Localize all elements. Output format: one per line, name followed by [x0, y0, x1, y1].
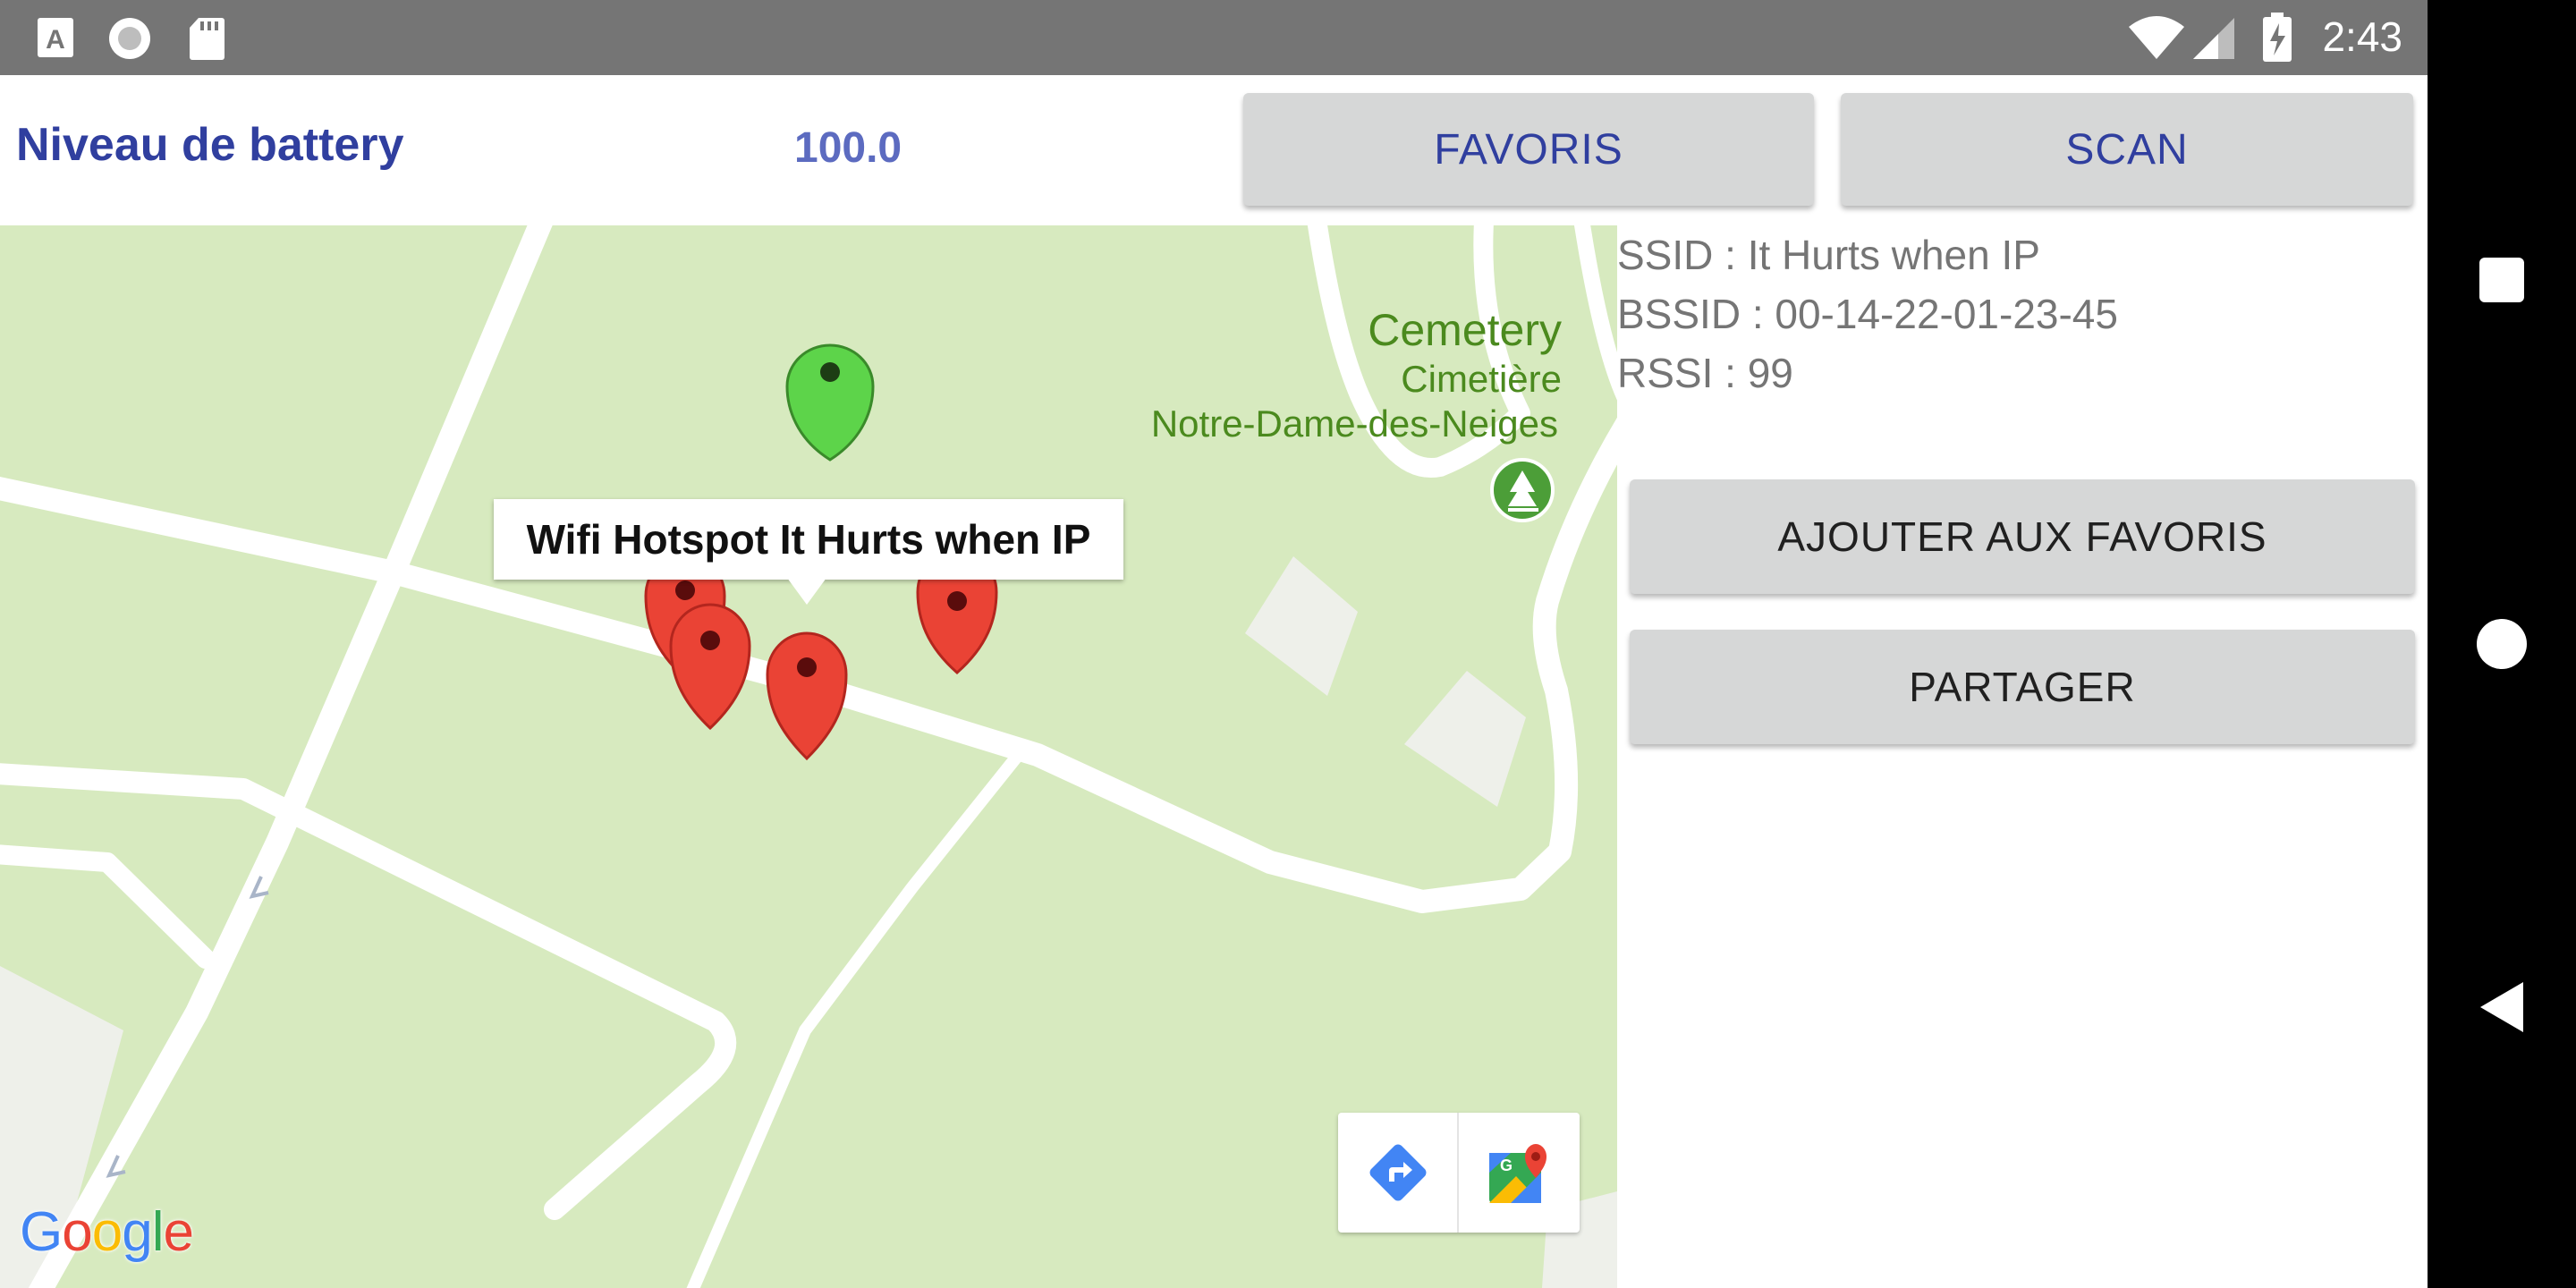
wifi-icon	[2127, 14, 2186, 65]
status-bar: A 2:43	[0, 0, 2428, 75]
map-label-cemetery: Cemetery	[1368, 305, 1562, 355]
map-label-cimetiere: Cimetière	[1401, 358, 1562, 400]
share-button[interactable]: PARTAGER	[1630, 630, 2415, 744]
add-to-favorites-button[interactable]: AJOUTER AUX FAVORIS	[1630, 479, 2415, 594]
battery-level-label: Niveau de battery	[16, 119, 404, 171]
marker-info-window[interactable]: Wifi Hotspot It Hurts when IP	[494, 499, 1123, 580]
navigation-bar	[2428, 0, 2576, 1288]
home-button[interactable]	[2428, 617, 2576, 671]
map-toolbar: G	[1338, 1113, 1580, 1233]
back-button[interactable]	[2428, 980, 2576, 1034]
ssid-text: SSID : It Hurts when IP	[1617, 232, 2040, 278]
rssi-text: RSSI : 99	[1617, 350, 1793, 396]
google-logo[interactable]: Google	[20, 1200, 194, 1264]
svg-text:A: A	[46, 25, 65, 55]
battery-charging-icon	[2261, 13, 2293, 67]
info-window-pointer	[787, 578, 826, 605]
record-icon	[107, 16, 152, 65]
status-time: 2:43	[2322, 13, 2402, 60]
map-label-notre-dame: Notre-Dame-des-Neiges	[1150, 402, 1558, 445]
battery-level-value: 100.0	[794, 124, 902, 172]
square-icon	[2479, 258, 2524, 302]
map-view[interactable]: Cemetery Cimetière Notre-Dame-des-Neiges…	[0, 225, 1617, 1288]
triangle-back-icon	[2480, 982, 2523, 1032]
circle-icon	[2477, 619, 2527, 669]
svg-text:G: G	[1500, 1157, 1513, 1174]
google-maps-icon: G	[1488, 1144, 1546, 1203]
sd-card-icon	[188, 16, 225, 65]
bssid-text: BSSID : 00-14-22-01-23-45	[1617, 291, 2118, 337]
favoris-button[interactable]: FAVORIS	[1243, 93, 1814, 206]
directions-icon	[1369, 1144, 1426, 1201]
scan-button[interactable]: SCAN	[1841, 93, 2413, 206]
directions-button[interactable]	[1338, 1113, 1459, 1233]
open-in-maps-button[interactable]: G	[1459, 1113, 1580, 1233]
font-notification-icon: A	[36, 16, 75, 64]
recents-button[interactable]	[2428, 256, 2576, 304]
signal-icon	[2191, 16, 2236, 65]
